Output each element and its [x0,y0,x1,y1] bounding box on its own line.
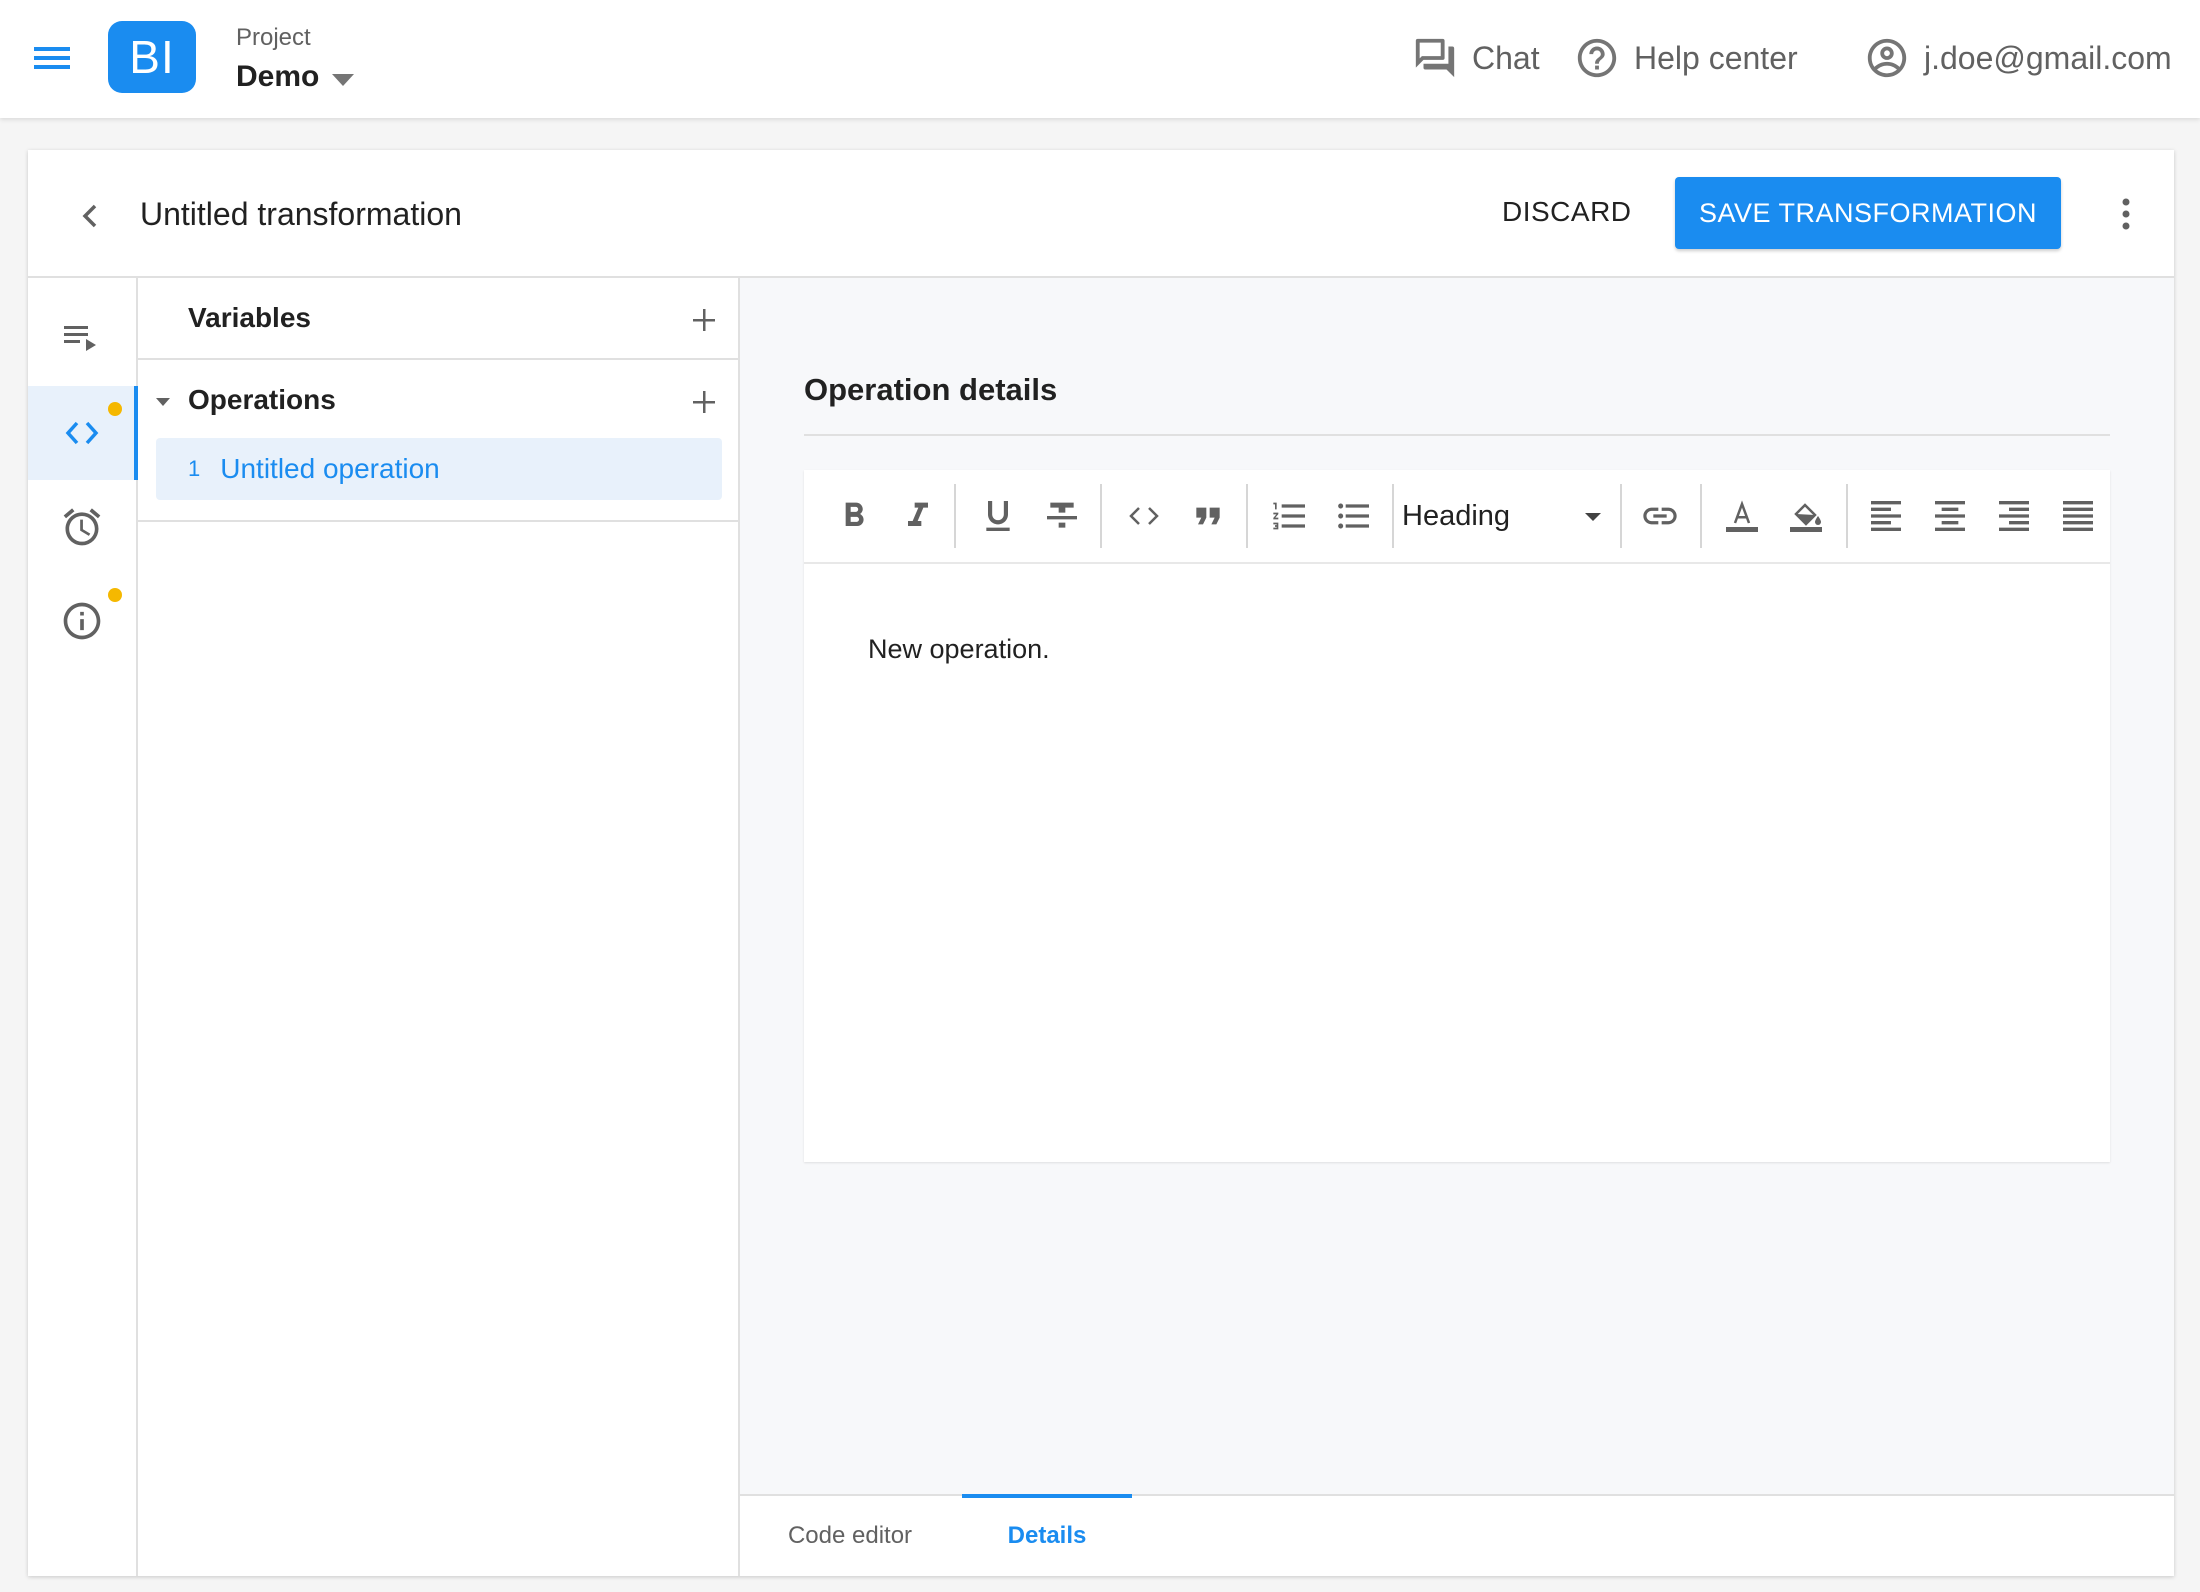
help-circle-icon [1574,35,1620,81]
format-align-left-icon [1866,496,1906,536]
quote-button[interactable] [1184,492,1232,540]
format-quote-icon [1188,496,1228,536]
help-center-button[interactable]: Help center [1574,32,1798,84]
highlight-color-button[interactable] [1782,492,1830,540]
align-center-button[interactable] [1926,492,1974,540]
toolbar-separator [1620,484,1622,548]
strikethrough-button[interactable] [1038,492,1086,540]
transformation-card: Untitled transformation DISCARD SAVE TRA… [28,150,2174,1576]
bottom-tabs: Code editor Details [740,1494,2174,1576]
rich-text-editor: Heading New operation. [804,470,2110,1162]
rail-item-schedule[interactable] [28,480,136,574]
bold-button[interactable] [830,492,878,540]
text-color-button[interactable] [1718,492,1766,540]
format-list-bulleted-icon [1334,496,1374,536]
code-icon [1124,496,1164,536]
toolbar-separator [1100,484,1102,548]
project-caption: Project [236,24,311,51]
chevron-down-icon[interactable] [154,396,172,408]
discard-button[interactable]: DISCARD [1502,196,1632,228]
side-rail [28,278,138,1576]
app-logo[interactable]: BI [108,21,196,93]
align-left-button[interactable] [1862,492,1910,540]
account-circle-icon [1864,35,1910,81]
align-right-button[interactable] [1990,492,2038,540]
add-operation-icon[interactable] [688,386,720,418]
tab-code-editor[interactable]: Code editor [740,1496,960,1576]
operation-number: 1 [188,456,201,481]
format-align-center-icon [1930,496,1970,536]
help-center-label: Help center [1634,39,1798,76]
underline-button[interactable] [974,492,1022,540]
chat-label: Chat [1472,39,1540,76]
chat-button[interactable]: Chat [1412,32,1540,84]
toolbar-separator [1700,484,1702,548]
variables-section[interactable]: Variables [138,278,738,360]
bulleted-list-button[interactable] [1330,492,1378,540]
project-name[interactable]: Demo [236,60,319,94]
code-icon [60,411,104,455]
save-transformation-button[interactable]: SAVE TRANSFORMATION [1675,177,2061,249]
format-color-fill-icon [1786,496,1826,536]
variables-label: Variables [188,302,311,333]
operations-label[interactable]: Operations [188,384,336,416]
menu-icon[interactable] [30,38,74,78]
heading-select-value: Heading [1402,499,1511,532]
tab-details[interactable]: Details [962,1494,1132,1576]
align-justify-button[interactable] [2054,492,2102,540]
chevron-down-icon[interactable] [332,74,354,86]
format-bold-icon [834,496,874,536]
format-align-justify-icon [2058,496,2098,536]
operations-section: Operations 1 Untitled operation [138,360,738,522]
editor-content[interactable]: New operation. [868,634,1050,665]
back-arrow-icon[interactable] [68,194,112,238]
alarm-icon [60,505,104,549]
toolbar-separator [1392,484,1394,548]
navigation-tree: Variables Operations 1 Untitled operatio… [138,278,740,1576]
chevron-down-icon [1585,513,1601,521]
heading-select[interactable]: Heading [1402,492,1602,540]
format-color-text-icon [1722,496,1762,536]
notification-dot [108,402,122,416]
editor-toolbar: Heading [804,470,2110,564]
divider [804,434,2110,436]
more-vert-icon[interactable] [2116,192,2136,236]
rail-item-code[interactable] [28,386,138,480]
notification-dot [108,588,122,602]
format-align-right-icon [1994,496,2034,536]
link-icon [1640,496,1680,536]
format-list-numbered-icon [1270,496,1310,536]
playlist-play-icon [60,317,104,361]
add-variable-icon[interactable] [688,304,720,336]
format-underline-icon [978,496,1018,536]
toolbar-separator [1846,484,1848,548]
top-app-bar: BI Project Demo Chat Help center j.doe@g… [0,0,2200,118]
operation-item[interactable]: 1 Untitled operation [156,438,722,500]
link-button[interactable] [1636,492,1684,540]
logo-text: BI [129,31,175,83]
section-title: Operation details [804,372,1058,407]
detail-pane: Operation details Heading New operation.… [740,278,2174,1576]
card-header: Untitled transformation DISCARD SAVE TRA… [28,150,2174,278]
format-italic-icon [898,496,938,536]
operation-name: Untitled operation [220,453,440,484]
chat-icon [1412,35,1458,81]
strikethrough-icon [1042,496,1082,536]
user-account-button[interactable]: j.doe@gmail.com [1864,32,2172,84]
toolbar-separator [954,484,956,548]
info-icon [60,599,104,643]
code-button[interactable] [1120,492,1168,540]
numbered-list-button[interactable] [1266,492,1314,540]
italic-button[interactable] [894,492,942,540]
user-email: j.doe@gmail.com [1924,39,2172,76]
page-title: Untitled transformation [140,196,462,232]
rail-item-inputs[interactable] [28,292,136,386]
rail-item-info[interactable] [28,574,136,668]
toolbar-separator [1246,484,1248,548]
